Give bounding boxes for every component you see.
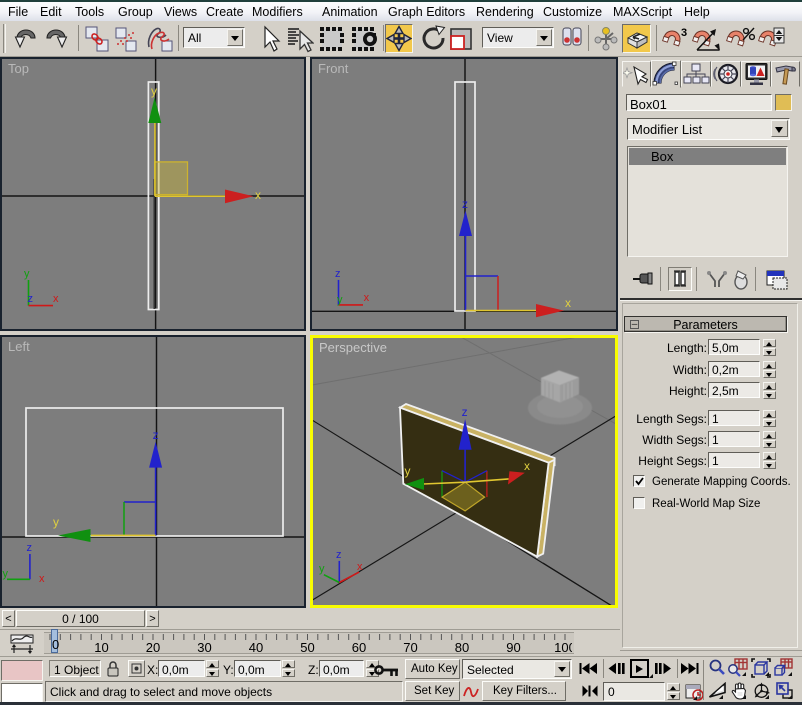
svg-text:100: 100 bbox=[554, 640, 572, 655]
svg-text:80: 80 bbox=[455, 640, 469, 655]
svg-text:z: z bbox=[27, 542, 33, 554]
svg-text:x: x bbox=[39, 573, 45, 585]
svg-text:z: z bbox=[153, 428, 159, 442]
svg-text:y: y bbox=[24, 268, 30, 280]
svg-text:z: z bbox=[28, 293, 34, 305]
svg-text:z: z bbox=[335, 268, 341, 280]
svg-text:20: 20 bbox=[146, 640, 160, 655]
svg-text:x: x bbox=[53, 293, 59, 305]
svg-text:10: 10 bbox=[94, 640, 108, 655]
svg-text:x: x bbox=[357, 561, 363, 573]
svg-text:y: y bbox=[151, 84, 157, 98]
svg-text:z: z bbox=[462, 405, 468, 419]
svg-text:40: 40 bbox=[249, 640, 263, 655]
svg-text:z: z bbox=[462, 197, 468, 211]
svg-text:y: y bbox=[405, 464, 411, 478]
svg-text:y: y bbox=[3, 568, 9, 580]
svg-text:x: x bbox=[255, 188, 261, 202]
svg-text:50: 50 bbox=[300, 640, 314, 655]
svg-text:60: 60 bbox=[352, 640, 366, 655]
svg-text:y: y bbox=[319, 563, 325, 575]
svg-text:x: x bbox=[565, 296, 571, 310]
svg-text:70: 70 bbox=[403, 640, 417, 655]
svg-text:x: x bbox=[364, 292, 370, 304]
svg-text:x: x bbox=[524, 459, 530, 473]
svg-text:3: 3 bbox=[681, 27, 687, 39]
svg-text:z: z bbox=[336, 549, 342, 561]
svg-text:30: 30 bbox=[197, 640, 211, 655]
svg-text:y: y bbox=[337, 294, 343, 306]
svg-text:90: 90 bbox=[506, 640, 520, 655]
